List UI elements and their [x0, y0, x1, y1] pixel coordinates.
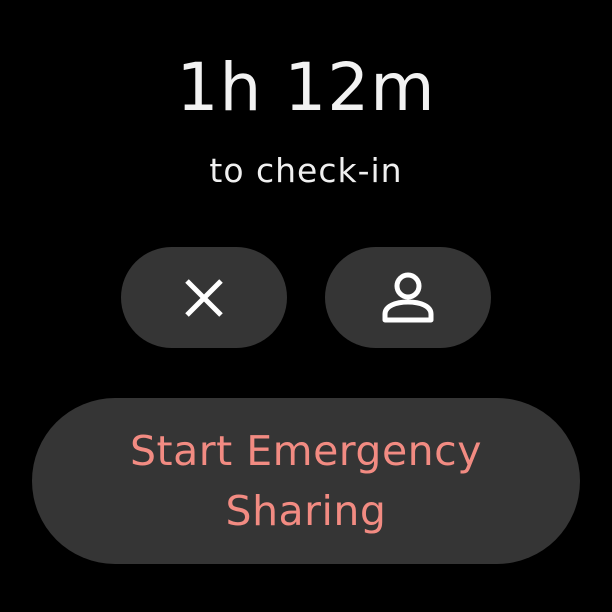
cancel-button[interactable]	[121, 247, 287, 348]
watch-screen: 1h 12m to check-in Start Emergency Shari…	[0, 0, 612, 612]
checkin-caption: to check-in	[209, 151, 403, 190]
person-icon	[378, 270, 438, 326]
start-emergency-sharing-button[interactable]: Start Emergency Sharing	[32, 398, 580, 564]
emergency-button-label: Start Emergency Sharing	[130, 427, 482, 535]
time-remaining: 1h 12m	[176, 49, 436, 126]
contacts-button[interactable]	[325, 247, 491, 348]
close-icon	[179, 273, 229, 323]
